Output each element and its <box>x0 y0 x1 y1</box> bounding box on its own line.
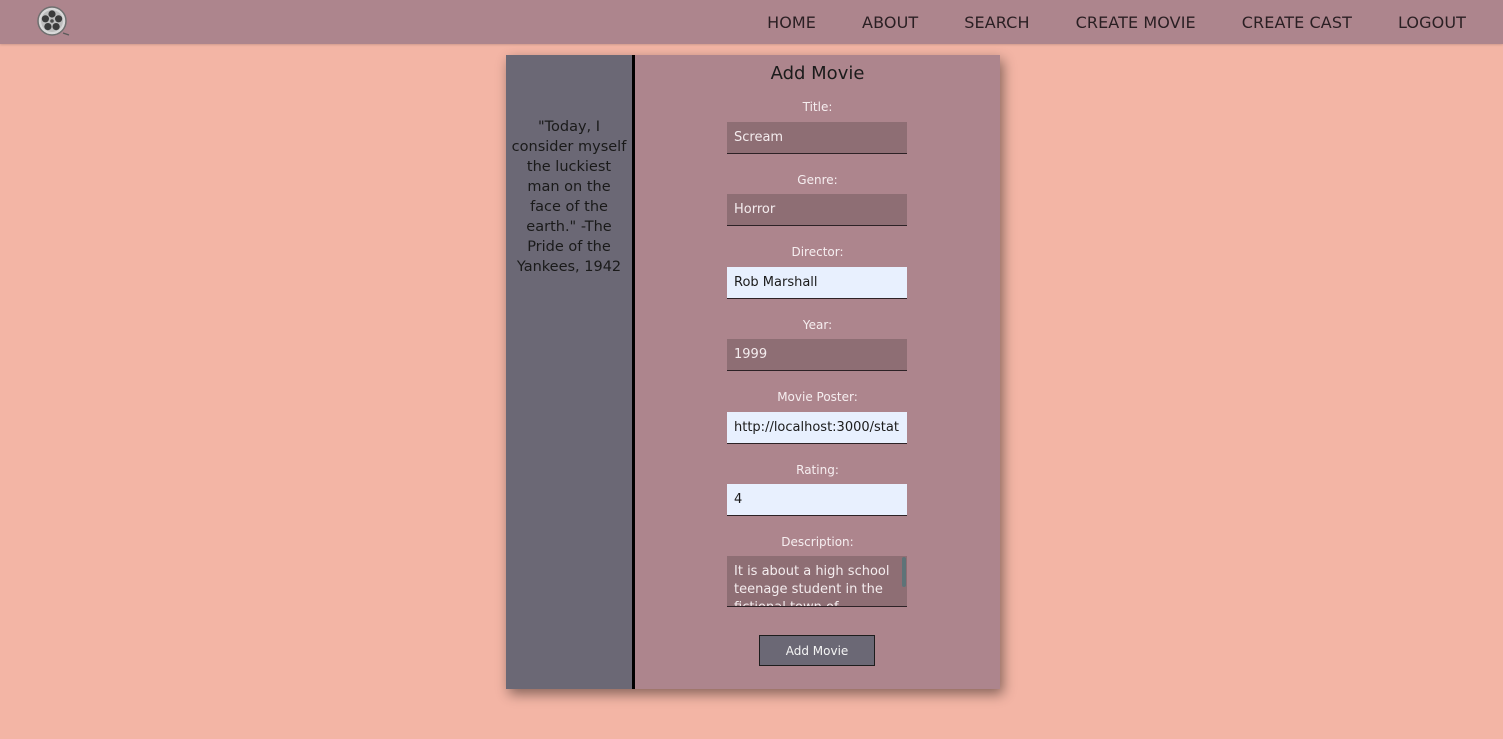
navbar: HOME ABOUT SEARCH CREATE MOVIE CREATE CA… <box>0 0 1503 44</box>
genre-input[interactable] <box>727 194 907 226</box>
add-movie-button[interactable]: Add Movie <box>759 635 875 666</box>
rating-label: Rating: <box>796 463 839 477</box>
description-scrollbar[interactable] <box>902 557 906 587</box>
quote-sidebar: "Today, I consider myself the luckiest m… <box>506 55 635 689</box>
genre-label: Genre: <box>797 173 838 187</box>
title-label: Title: <box>802 100 833 114</box>
poster-label: Movie Poster: <box>777 390 858 404</box>
title-input[interactable] <box>727 122 907 154</box>
nav-create-cast-link[interactable]: CREATE CAST <box>1242 13 1352 32</box>
rating-input[interactable] <box>727 484 907 516</box>
film-reel-icon[interactable] <box>36 4 70 38</box>
form-title: Add Movie <box>770 63 865 84</box>
year-label: Year: <box>802 318 833 332</box>
nav-about-link[interactable]: ABOUT <box>862 13 918 32</box>
nav-create-movie-link[interactable]: CREATE MOVIE <box>1076 13 1196 32</box>
add-movie-card: "Today, I consider myself the luckiest m… <box>506 55 1000 689</box>
nav-home-link[interactable]: HOME <box>767 13 816 32</box>
movie-quote: "Today, I consider myself the luckiest m… <box>511 119 627 275</box>
poster-url-input[interactable] <box>727 412 907 444</box>
description-label: Description: <box>781 535 854 549</box>
nav-menu: HOME ABOUT SEARCH CREATE MOVIE CREATE CA… <box>721 0 1466 44</box>
director-label: Director: <box>791 245 844 259</box>
nav-search-link[interactable]: SEARCH <box>964 13 1029 32</box>
year-input[interactable] <box>727 339 907 371</box>
director-input[interactable] <box>727 267 907 299</box>
description-textarea[interactable]: It is about a high school teenage studen… <box>727 556 907 607</box>
nav-logout-link[interactable]: LOGOUT <box>1398 13 1466 32</box>
